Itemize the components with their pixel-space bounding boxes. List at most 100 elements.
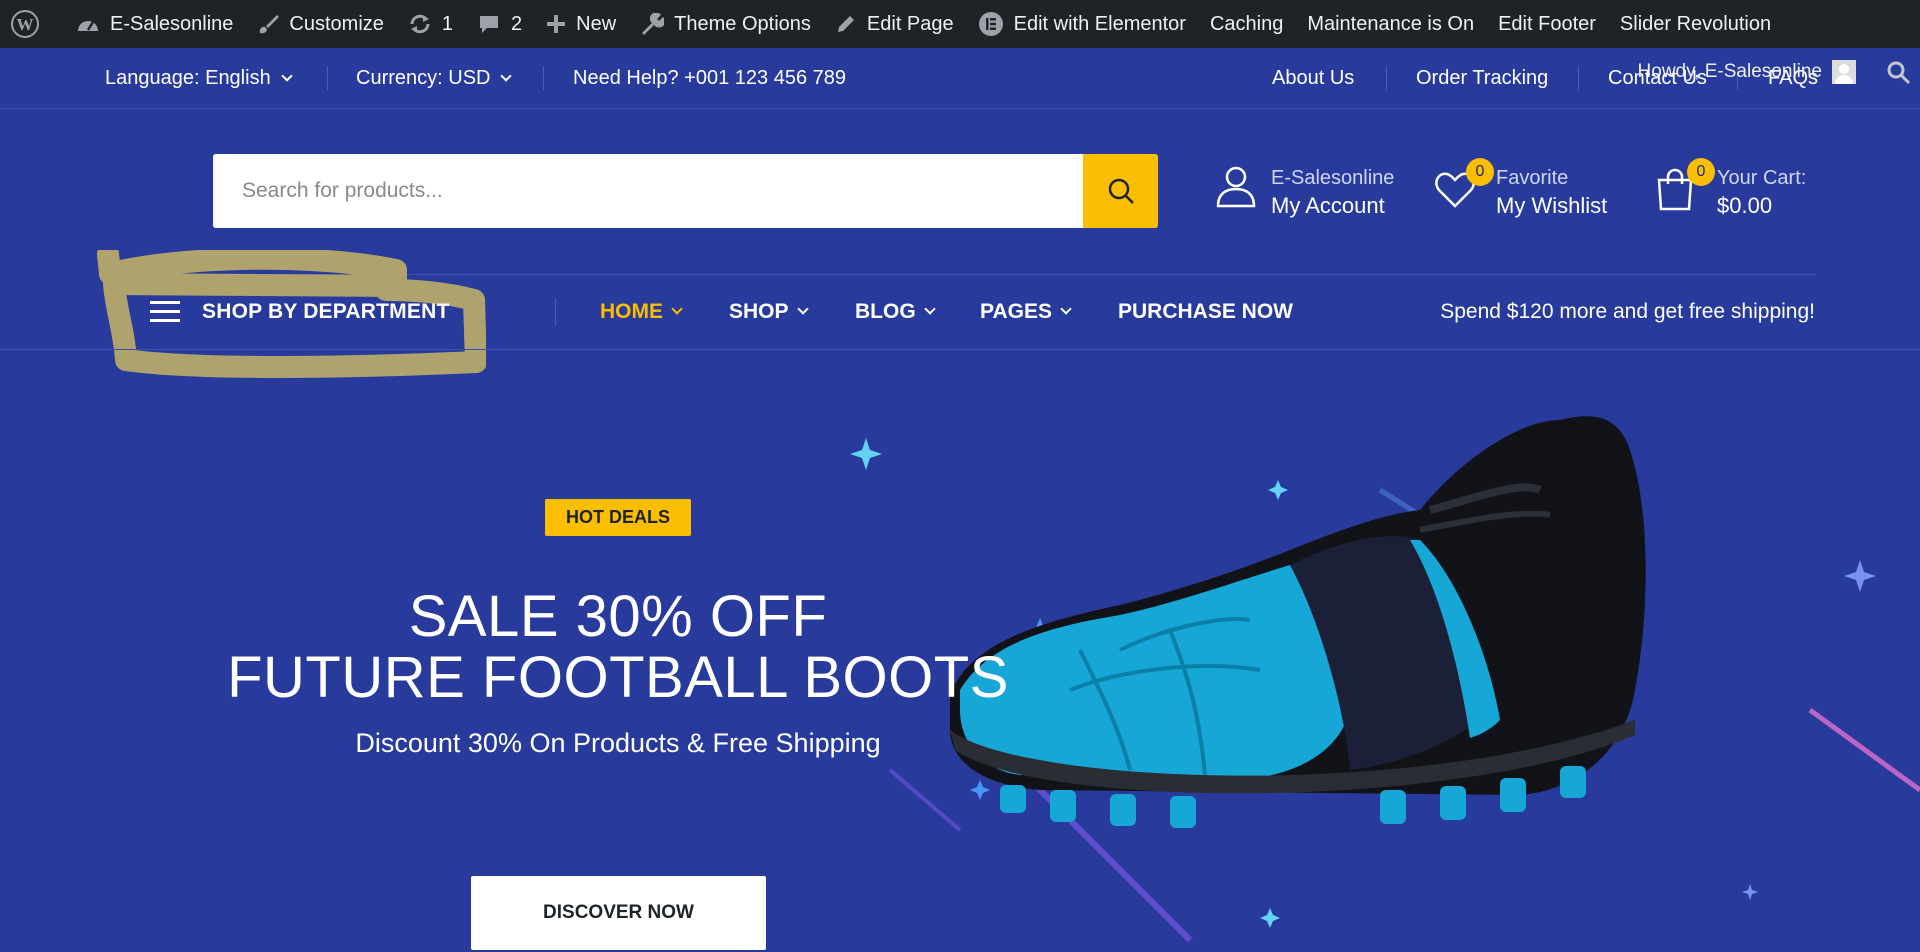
maintenance-label: Maintenance is On xyxy=(1307,12,1475,35)
svg-text:W: W xyxy=(17,15,34,34)
nav-shop-label: SHOP xyxy=(729,300,789,323)
updates-icon xyxy=(410,14,430,34)
wishlist-label: My Wishlist xyxy=(1496,193,1608,218)
caching-link[interactable]: Caching xyxy=(1198,0,1295,48)
comments-count: 2 xyxy=(511,12,523,35)
chevron-down-icon xyxy=(1060,303,1072,315)
currency-switcher[interactable]: Currency: USD xyxy=(356,48,513,109)
my-account-admin-menu[interactable]: Howdy, E-Salesonline xyxy=(1638,60,1856,84)
divider xyxy=(0,349,1920,350)
nav-home[interactable]: HOME xyxy=(600,290,683,334)
new-content-menu[interactable]: New xyxy=(534,0,628,48)
nav-pages-label: PAGES xyxy=(980,300,1052,323)
department-label: SHOP BY DEPARTMENT xyxy=(202,300,450,323)
avatar xyxy=(1832,60,1856,84)
top-info-bar: Language: English Currency: USD Need Hel… xyxy=(0,48,1920,109)
wordpress-logo-button[interactable]: W xyxy=(0,0,64,48)
edit-page-link[interactable]: Edit Page xyxy=(823,0,966,48)
hot-deals-badge: HOT DEALS xyxy=(545,499,691,536)
account-text: E-Salesonline My Account xyxy=(1271,164,1394,220)
wordpress-icon: W xyxy=(11,10,39,38)
edit-page-label: Edit Page xyxy=(866,12,954,35)
order-tracking-label: Order Tracking xyxy=(1416,67,1549,89)
search-input[interactable] xyxy=(213,154,1083,228)
cart-link[interactable]: 0 Your Cart: $0.00 xyxy=(1655,158,1806,220)
search-button[interactable] xyxy=(1083,154,1158,228)
language-label: Language: English xyxy=(105,67,271,89)
divider xyxy=(1386,66,1387,90)
nav-blog[interactable]: BLOG xyxy=(855,290,936,334)
nav-purchase-label: PURCHASE NOW xyxy=(1118,300,1294,323)
chevron-down-icon xyxy=(671,303,683,315)
divider xyxy=(327,66,328,90)
product-search-form xyxy=(213,154,1158,228)
cart-text: Your Cart: $0.00 xyxy=(1717,164,1806,220)
cart-icon-wrap: 0 xyxy=(1655,158,1715,212)
cart-small-label: Your Cart: xyxy=(1717,167,1807,189)
site-name-menu[interactable]: E-Salesonline xyxy=(64,0,245,48)
plus-icon xyxy=(547,15,566,33)
admin-search-button[interactable] xyxy=(1886,60,1912,91)
nav-pages[interactable]: PAGES xyxy=(980,290,1072,334)
wishlist-icon-wrap: 0 xyxy=(1434,158,1494,212)
account-label: My Account xyxy=(1271,193,1385,218)
cart-count-badge: 0 xyxy=(1687,158,1715,186)
slider-revolution-link[interactable]: Slider Revolution xyxy=(1608,0,1783,48)
theme-options-label: Theme Options xyxy=(674,12,811,35)
chevron-down-icon xyxy=(796,303,809,315)
howdy-label: Howdy, E-Salesonline xyxy=(1637,61,1822,82)
hero-subtitle: Discount 30% On Products & Free Shipping xyxy=(355,728,881,758)
discover-now-button[interactable]: DISCOVER NOW xyxy=(471,876,766,950)
edit-elementor-label: Edit with Elementor xyxy=(1013,12,1186,35)
comments-link[interactable]: 2 xyxy=(465,0,534,48)
wishlist-small-label: Favorite xyxy=(1496,167,1569,189)
wishlist-count-badge: 0 xyxy=(1466,158,1494,186)
order-tracking-link[interactable]: Order Tracking xyxy=(1416,48,1548,109)
divider xyxy=(543,66,544,90)
chevron-down-icon xyxy=(500,69,513,82)
free-shipping-promo: Spend $120 more and get free shipping! xyxy=(1440,290,1815,334)
updates-link[interactable]: 1 xyxy=(396,0,465,48)
about-us-label: About Us xyxy=(1272,67,1355,89)
comment-icon xyxy=(480,16,499,33)
slider-revolution-label: Slider Revolution xyxy=(1619,12,1772,35)
hero-title-line2: FUTURE FOOTBALL BOOTS xyxy=(227,645,1009,710)
edit-footer-link[interactable]: Edit Footer xyxy=(1486,0,1608,48)
site-name-label: E-Salesonline xyxy=(110,12,234,35)
chevron-down-icon xyxy=(281,69,293,82)
new-label: New xyxy=(576,12,617,35)
edit-with-elementor-link[interactable]: Edit with Elementor xyxy=(966,0,1198,48)
currency-label: Currency: USD xyxy=(356,67,491,89)
wrench-icon xyxy=(642,13,665,35)
pencil-icon xyxy=(837,16,854,32)
chevron-down-icon xyxy=(924,303,936,315)
maintenance-link[interactable]: Maintenance is On xyxy=(1295,0,1486,48)
dashboard-icon xyxy=(78,21,98,31)
edit-footer-label: Edit Footer xyxy=(1498,12,1596,35)
updates-count: 1 xyxy=(441,12,454,35)
hamburger-icon xyxy=(150,301,180,323)
shop-by-department-button[interactable]: SHOP BY DEPARTMENT xyxy=(150,290,449,334)
help-text: Need Help? +001 123 456 789 xyxy=(573,67,847,89)
elementor-icon xyxy=(978,12,1003,36)
account-username: E-Salesonline xyxy=(1271,167,1395,189)
help-phone: Need Help? +001 123 456 789 xyxy=(573,48,846,109)
about-us-link[interactable]: About Us xyxy=(1272,48,1354,109)
wishlist-link[interactable]: 0 Favorite My Wishlist xyxy=(1434,158,1608,220)
search-icon xyxy=(1887,61,1911,85)
theme-options-link[interactable]: Theme Options xyxy=(628,0,823,48)
hero-title-line1: SALE 30% OFF xyxy=(408,584,828,649)
customize-link[interactable]: Customize xyxy=(245,0,395,48)
nav-shop[interactable]: SHOP xyxy=(729,290,809,334)
language-switcher[interactable]: Language: English xyxy=(105,48,293,109)
promo-text: Spend $120 more and get free shipping! xyxy=(1440,300,1815,323)
my-account-link[interactable]: E-Salesonline My Account xyxy=(1215,164,1394,220)
nav-home-label: HOME xyxy=(600,300,663,323)
customize-label: Customize xyxy=(289,12,384,35)
divider xyxy=(1578,66,1579,90)
search-icon xyxy=(1108,178,1134,204)
cart-total: $0.00 xyxy=(1717,193,1773,218)
brush-icon xyxy=(260,15,280,34)
caching-label: Caching xyxy=(1209,12,1284,35)
nav-purchase-now[interactable]: PURCHASE NOW xyxy=(1118,290,1293,334)
